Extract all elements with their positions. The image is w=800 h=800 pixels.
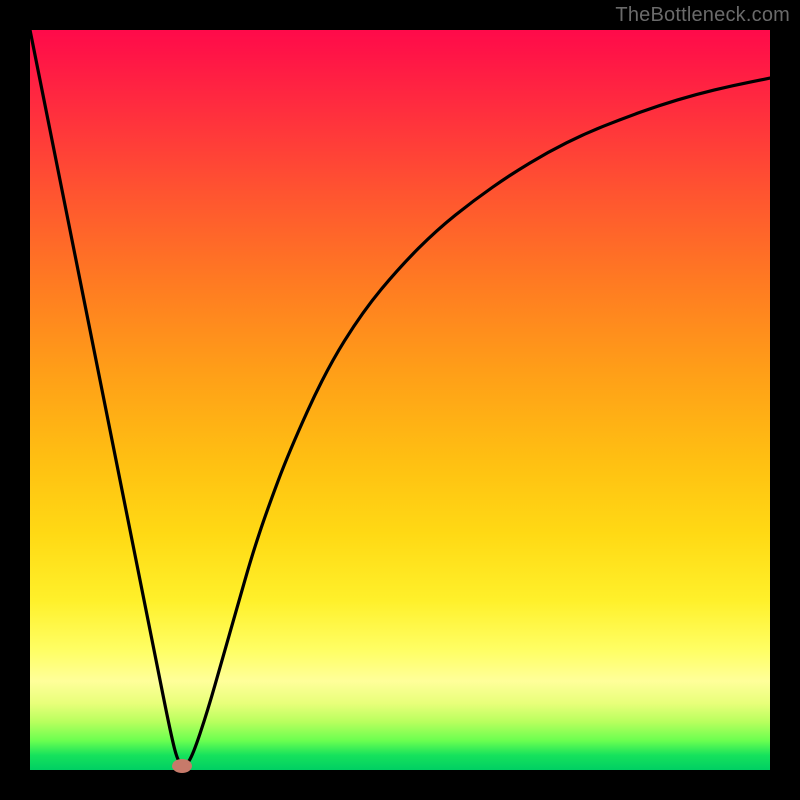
bottleneck-curve — [30, 30, 770, 765]
attribution-label: TheBottleneck.com — [615, 4, 790, 27]
curve-layer — [30, 30, 770, 770]
chart-frame: TheBottleneck.com — [0, 0, 800, 800]
plot-area — [30, 30, 770, 770]
selection-marker — [172, 759, 192, 773]
